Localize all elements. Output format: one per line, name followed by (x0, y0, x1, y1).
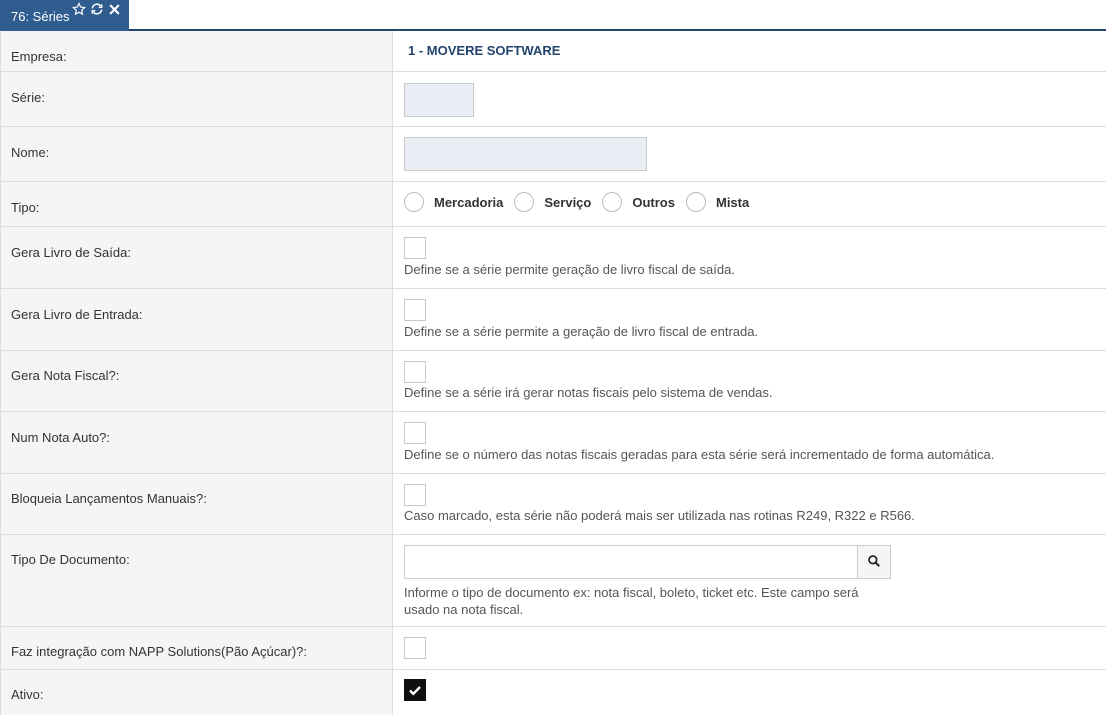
check-icon (405, 686, 425, 703)
tab-title: 76: Séries (11, 9, 70, 24)
tab-actions (72, 1, 121, 17)
row-serie: Série: (1, 72, 1106, 127)
label-empresa: Empresa: (1, 31, 393, 71)
label-empresa-text: Empresa: (11, 49, 67, 64)
search-icon (867, 554, 881, 571)
label-integracao-napp: Faz integração com NAPP Solutions(Pão Aç… (1, 627, 393, 669)
value-gera-livro-saida: Define se a série permite geração de liv… (393, 227, 1106, 288)
gera-livro-saida-checkbox[interactable] (404, 237, 426, 259)
label-bloqueia-lancamentos: Bloqueia Lançamentos Manuais?: (1, 474, 393, 534)
radio-servico[interactable] (514, 192, 535, 212)
gera-livro-entrada-checkbox[interactable] (404, 299, 426, 321)
row-num-nota-auto: Num Nota Auto?: Define se o número das n… (1, 412, 1106, 474)
row-nome: Nome: (1, 127, 1106, 182)
gera-nota-fiscal-checkbox[interactable] (404, 361, 426, 383)
row-gera-nota-fiscal: Gera Nota Fiscal?: Define se a série irá… (1, 351, 1106, 412)
value-empresa: 1 - MOVERE SOFTWARE (393, 31, 1106, 71)
value-nome (393, 127, 1106, 181)
radio-mista[interactable] (685, 192, 706, 212)
row-tipo: Tipo: Mercadoria Serviço Outros Mista (1, 182, 1106, 227)
label-nome: Nome: (1, 127, 393, 181)
ativo-checkbox[interactable] (404, 679, 426, 701)
row-integracao-napp: Faz integração com NAPP Solutions(Pão Aç… (1, 627, 1106, 670)
label-integracao-napp-text: Faz integração com NAPP Solutions(Pão Aç… (11, 644, 308, 659)
label-tipo-documento-text: Tipo De Documento: (11, 552, 130, 567)
label-gera-nota-fiscal: Gera Nota Fiscal?: (1, 351, 393, 411)
num-nota-auto-checkbox[interactable] (404, 422, 426, 444)
row-gera-livro-saida: Gera Livro de Saída: Define se a série p… (1, 227, 1106, 289)
close-icon[interactable] (108, 3, 121, 16)
value-serie (393, 72, 1106, 126)
row-empresa: Empresa: 1 - MOVERE SOFTWARE (1, 31, 1106, 72)
label-nome-text: Nome: (11, 145, 50, 160)
tipo-documento-hint-line1: Informe o tipo de documento ex: nota fis… (404, 585, 859, 600)
label-bloqueia-lancamentos-text: Bloqueia Lançamentos Manuais?: (11, 491, 207, 506)
radio-mercadoria[interactable] (404, 192, 424, 212)
row-gera-livro-entrada: Gera Livro de Entrada: Define se a série… (1, 289, 1106, 351)
gera-livro-entrada-hint: Define se a série permite a geração de l… (404, 324, 759, 339)
gera-nota-fiscal-hint: Define se a série irá gerar notas fiscai… (404, 385, 773, 400)
label-gera-nota-fiscal-text: Gera Nota Fiscal?: (11, 368, 120, 383)
tipo-documento-search-button[interactable] (857, 546, 890, 578)
tab-bar: 76: Séries (0, 0, 1106, 31)
label-tipo-text: Tipo: (11, 200, 40, 215)
label-ativo-text: Ativo: (11, 687, 44, 702)
label-gera-livro-saida-text: Gera Livro de Saída: (11, 245, 131, 260)
label-ativo: Ativo: (1, 670, 393, 715)
label-tipo: Tipo: (1, 182, 393, 226)
gera-livro-saida-hint: Define se a série permite geração de liv… (404, 262, 735, 277)
tab-series[interactable]: 76: Séries (0, 0, 129, 31)
row-ativo: Ativo: (1, 670, 1106, 715)
nome-input[interactable] (404, 137, 647, 171)
value-gera-livro-entrada: Define se a série permite a geração de l… (393, 289, 1106, 350)
serie-input[interactable] (404, 83, 474, 117)
row-bloqueia-lancamentos: Bloqueia Lançamentos Manuais?: Caso marc… (1, 474, 1106, 535)
series-form: Empresa: 1 - MOVERE SOFTWARE Série: Nome… (0, 31, 1106, 715)
bloqueia-lancamentos-checkbox[interactable] (404, 484, 426, 506)
tipo-documento-input[interactable] (405, 546, 857, 578)
value-integracao-napp (393, 627, 1106, 669)
label-serie-text: Série: (11, 90, 45, 105)
integracao-napp-checkbox[interactable] (404, 637, 426, 659)
label-tipo-documento: Tipo De Documento: (1, 535, 393, 626)
radio-outros[interactable] (602, 192, 623, 212)
value-gera-nota-fiscal: Define se a série irá gerar notas fiscai… (393, 351, 1106, 411)
label-gera-livro-saida: Gera Livro de Saída: (1, 227, 393, 288)
value-ativo (393, 670, 1106, 715)
row-tipo-documento: Tipo De Documento: Informe o tipo de doc… (1, 535, 1106, 627)
value-num-nota-auto: Define se o número das notas fiscais ger… (393, 412, 1106, 473)
bloqueia-lancamentos-hint: Caso marcado, esta série não poderá mais… (404, 508, 915, 523)
label-gera-livro-entrada-text: Gera Livro de Entrada: (11, 307, 143, 322)
refresh-icon[interactable] (90, 2, 104, 16)
label-num-nota-auto-text: Num Nota Auto?: (11, 430, 110, 445)
tipo-radio-group: Mercadoria Serviço Outros Mista (404, 192, 760, 212)
radio-label-servico: Serviço (544, 194, 592, 210)
label-num-nota-auto: Num Nota Auto?: (1, 412, 393, 473)
company-value: 1 - MOVERE SOFTWARE (408, 43, 561, 58)
radio-label-mista: Mista (715, 194, 750, 210)
label-serie: Série: (1, 72, 393, 126)
value-tipo: Mercadoria Serviço Outros Mista (393, 182, 1106, 226)
tipo-documento-lookup (404, 545, 891, 579)
star-icon[interactable] (72, 2, 86, 16)
num-nota-auto-hint: Define se o número das notas fiscais ger… (404, 447, 995, 462)
radio-label-mercadoria: Mercadoria (434, 194, 504, 210)
tipo-documento-hint-line2: usado na nota fiscal. (404, 602, 524, 617)
radio-label-outros: Outros (632, 194, 675, 210)
label-gera-livro-entrada: Gera Livro de Entrada: (1, 289, 393, 350)
value-tipo-documento: Informe o tipo de documento ex: nota fis… (393, 535, 1106, 626)
value-bloqueia-lancamentos: Caso marcado, esta série não poderá mais… (393, 474, 1106, 534)
